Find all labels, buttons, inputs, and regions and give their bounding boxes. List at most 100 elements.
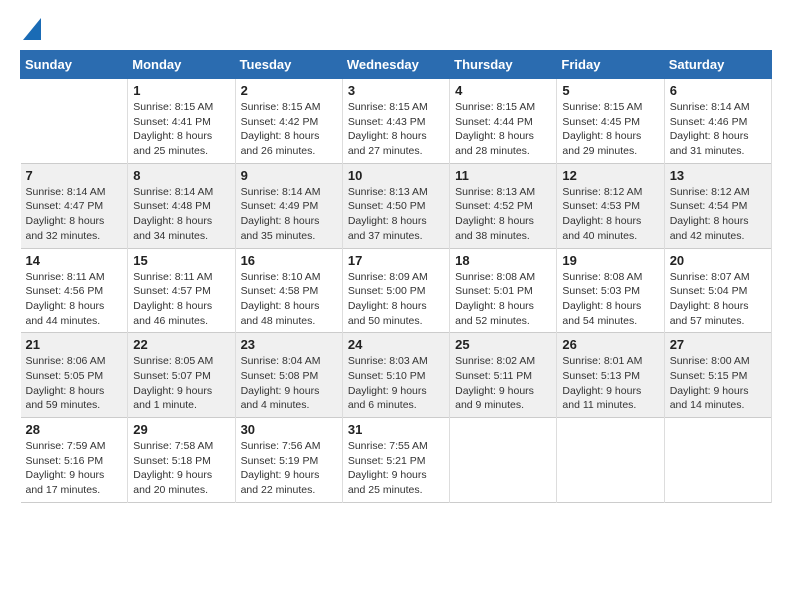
day-number: 30 [241, 422, 337, 437]
day-info: Sunrise: 8:15 AMSunset: 4:45 PMDaylight:… [562, 100, 658, 159]
day-number: 18 [455, 253, 551, 268]
calendar-cell: 11 Sunrise: 8:13 AMSunset: 4:52 PMDayligh… [450, 163, 557, 248]
calendar-cell: 18 Sunrise: 8:08 AMSunset: 5:01 PMDayligh… [450, 248, 557, 333]
day-info: Sunrise: 7:56 AMSunset: 5:19 PMDaylight:… [241, 439, 337, 498]
calendar-cell: 12Sunrise: 8:12 AMSunset: 4:53 PMDayligh… [557, 163, 664, 248]
day-number: 17 [348, 253, 444, 268]
day-number: 28 [26, 422, 123, 437]
day-number: 29 [133, 422, 229, 437]
day-number: 19 [562, 253, 658, 268]
day-number: 11 [455, 168, 551, 183]
day-number: 7 [26, 168, 123, 183]
day-info: Sunrise: 8:01 AMSunset: 5:13 PMDaylight:… [562, 354, 658, 413]
day-info: Sunrise: 8:13 AMSunset: 4:52 PMDaylight:… [455, 185, 551, 244]
day-info: Sunrise: 8:15 AMSunset: 4:42 PMDaylight:… [241, 100, 337, 159]
header-tuesday: Tuesday [235, 51, 342, 79]
day-number: 2 [241, 83, 337, 98]
calendar-cell: 5 Sunrise: 8:15 AMSunset: 4:45 PMDaylight… [557, 79, 664, 164]
calendar-cell: 3 Sunrise: 8:15 AMSunset: 4:43 PMDaylight… [342, 79, 449, 164]
day-info: Sunrise: 7:59 AMSunset: 5:16 PMDaylight:… [26, 439, 123, 498]
day-number: 3 [348, 83, 444, 98]
calendar-cell: 14Sunrise: 8:11 AMSunset: 4:56 PMDayligh… [21, 248, 128, 333]
day-info: Sunrise: 8:14 AMSunset: 4:47 PMDaylight:… [26, 185, 123, 244]
day-number: 27 [670, 337, 766, 352]
day-info: Sunrise: 8:02 AMSunset: 5:11 PMDaylight:… [455, 354, 551, 413]
day-number: 22 [133, 337, 229, 352]
calendar-cell: 27Sunrise: 8:00 AMSunset: 5:15 PMDayligh… [664, 333, 771, 418]
week-row-2: 7 Sunrise: 8:14 AMSunset: 4:47 PMDaylight… [21, 163, 772, 248]
day-info: Sunrise: 8:14 AMSunset: 4:48 PMDaylight:… [133, 185, 229, 244]
calendar-cell: 9 Sunrise: 8:14 AMSunset: 4:49 PMDaylight… [235, 163, 342, 248]
day-number: 26 [562, 337, 658, 352]
calendar-cell: 26 Sunrise: 8:01 AMSunset: 5:13 PMDayligh… [557, 333, 664, 418]
calendar-cell: 28 Sunrise: 7:59 AMSunset: 5:16 PMDayligh… [21, 418, 128, 503]
day-number: 1 [133, 83, 229, 98]
day-info: Sunrise: 8:15 AMSunset: 4:43 PMDaylight:… [348, 100, 444, 159]
calendar-cell [21, 79, 128, 164]
day-number: 13 [670, 168, 766, 183]
calendar-cell: 4 Sunrise: 8:15 AMSunset: 4:44 PMDaylight… [450, 79, 557, 164]
day-number: 9 [241, 168, 337, 183]
day-number: 10 [348, 168, 444, 183]
day-info: Sunrise: 8:15 AMSunset: 4:41 PMDaylight:… [133, 100, 229, 159]
header-monday: Monday [128, 51, 235, 79]
calendar-cell: 23 Sunrise: 8:04 AMSunset: 5:08 PMDayligh… [235, 333, 342, 418]
calendar-cell: 25 Sunrise: 8:02 AMSunset: 5:11 PMDayligh… [450, 333, 557, 418]
calendar-cell: 16 Sunrise: 8:10 AMSunset: 4:58 PMDayligh… [235, 248, 342, 333]
day-number: 12 [562, 168, 658, 183]
calendar-cell: 8 Sunrise: 8:14 AMSunset: 4:48 PMDaylight… [128, 163, 235, 248]
calendar-header-row: SundayMondayTuesdayWednesdayThursdayFrid… [21, 51, 772, 79]
header-saturday: Saturday [664, 51, 771, 79]
calendar-cell [557, 418, 664, 503]
day-info: Sunrise: 8:11 AMSunset: 4:57 PMDaylight:… [133, 270, 229, 329]
week-row-1: 1 Sunrise: 8:15 AMSunset: 4:41 PMDaylight… [21, 79, 772, 164]
day-info: Sunrise: 8:08 AMSunset: 5:01 PMDaylight:… [455, 270, 551, 329]
day-number: 25 [455, 337, 551, 352]
header-wednesday: Wednesday [342, 51, 449, 79]
week-row-4: 21 Sunrise: 8:06 AMSunset: 5:05 PMDayligh… [21, 333, 772, 418]
day-info: Sunrise: 7:58 AMSunset: 5:18 PMDaylight:… [133, 439, 229, 498]
day-number: 31 [348, 422, 444, 437]
calendar-cell: 31 Sunrise: 7:55 AMSunset: 5:21 PMDayligh… [342, 418, 449, 503]
day-info: Sunrise: 8:08 AMSunset: 5:03 PMDaylight:… [562, 270, 658, 329]
day-info: Sunrise: 8:06 AMSunset: 5:05 PMDaylight:… [26, 354, 123, 413]
calendar-cell: 20 Sunrise: 8:07 AMSunset: 5:04 PMDayligh… [664, 248, 771, 333]
day-info: Sunrise: 8:14 AMSunset: 4:46 PMDaylight:… [670, 100, 766, 159]
day-number: 23 [241, 337, 337, 352]
calendar-cell: 22 Sunrise: 8:05 AMSunset: 5:07 PMDayligh… [128, 333, 235, 418]
calendar-cell: 6Sunrise: 8:14 AMSunset: 4:46 PMDaylight… [664, 79, 771, 164]
day-info: Sunrise: 8:05 AMSunset: 5:07 PMDaylight:… [133, 354, 229, 413]
calendar-table: SundayMondayTuesdayWednesdayThursdayFrid… [20, 50, 772, 503]
logo [20, 20, 41, 40]
day-info: Sunrise: 7:55 AMSunset: 5:21 PMDaylight:… [348, 439, 444, 498]
calendar-cell: 21 Sunrise: 8:06 AMSunset: 5:05 PMDayligh… [21, 333, 128, 418]
day-info: Sunrise: 8:10 AMSunset: 4:58 PMDaylight:… [241, 270, 337, 329]
calendar-cell: 24Sunrise: 8:03 AMSunset: 5:10 PMDayligh… [342, 333, 449, 418]
day-number: 20 [670, 253, 766, 268]
calendar-cell: 13Sunrise: 8:12 AMSunset: 4:54 PMDayligh… [664, 163, 771, 248]
logo-icon [23, 18, 41, 40]
calendar-cell: 10 Sunrise: 8:13 AMSunset: 4:50 PMDayligh… [342, 163, 449, 248]
day-info: Sunrise: 8:09 AMSunset: 5:00 PMDaylight:… [348, 270, 444, 329]
day-number: 16 [241, 253, 337, 268]
header-thursday: Thursday [450, 51, 557, 79]
day-number: 8 [133, 168, 229, 183]
day-number: 14 [26, 253, 123, 268]
calendar-cell: 29 Sunrise: 7:58 AMSunset: 5:18 PMDayligh… [128, 418, 235, 503]
day-info: Sunrise: 8:03 AMSunset: 5:10 PMDaylight:… [348, 354, 444, 413]
calendar-cell: 19 Sunrise: 8:08 AMSunset: 5:03 PMDayligh… [557, 248, 664, 333]
day-number: 5 [562, 83, 658, 98]
page-header [20, 20, 772, 40]
calendar-cell: 1 Sunrise: 8:15 AMSunset: 4:41 PMDaylight… [128, 79, 235, 164]
day-info: Sunrise: 8:15 AMSunset: 4:44 PMDaylight:… [455, 100, 551, 159]
day-number: 21 [26, 337, 123, 352]
day-info: Sunrise: 8:07 AMSunset: 5:04 PMDaylight:… [670, 270, 766, 329]
day-number: 4 [455, 83, 551, 98]
calendar-cell [664, 418, 771, 503]
week-row-3: 14Sunrise: 8:11 AMSunset: 4:56 PMDayligh… [21, 248, 772, 333]
day-info: Sunrise: 8:14 AMSunset: 4:49 PMDaylight:… [241, 185, 337, 244]
day-info: Sunrise: 8:13 AMSunset: 4:50 PMDaylight:… [348, 185, 444, 244]
calendar-cell: 15Sunrise: 8:11 AMSunset: 4:57 PMDayligh… [128, 248, 235, 333]
header-friday: Friday [557, 51, 664, 79]
day-info: Sunrise: 8:04 AMSunset: 5:08 PMDaylight:… [241, 354, 337, 413]
